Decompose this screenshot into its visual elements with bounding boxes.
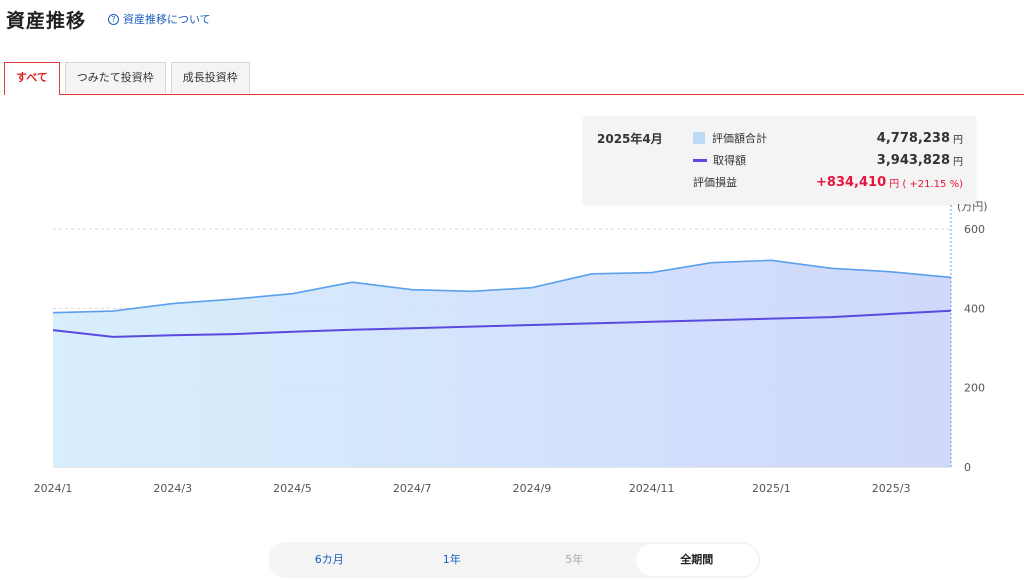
- tab-bar: すべて つみたて投資枠 成長投資枠: [4, 62, 255, 95]
- y-tick-label: 0: [964, 461, 971, 474]
- tab-all[interactable]: すべて: [4, 62, 60, 95]
- tooltip-row-cost: 取得額 3,943,828 円: [693, 151, 963, 169]
- x-tick-label: 2024/3: [153, 482, 192, 495]
- tooltip-row-valuation: 評価額合計 4,778,238 円: [693, 129, 963, 147]
- tooltip-unit: 円: [953, 156, 963, 168]
- tooltip-value: 4,778,238: [876, 130, 950, 146]
- tab-growth[interactable]: 成長投資枠: [170, 62, 250, 93]
- y-tick-label: 200: [964, 382, 985, 395]
- x-tick-label: 2024/7: [393, 482, 432, 495]
- x-tick-label: 2024/5: [273, 482, 312, 495]
- chart-tooltip: 2025年4月 評価額合計 4,778,238 円 取得額 3,943,828 …: [583, 116, 976, 204]
- x-tick-label: 2025/3: [872, 482, 911, 495]
- tooltip-label: 取得額: [713, 154, 746, 167]
- tooltip-label: 評価額合計: [712, 132, 767, 145]
- line-swatch-icon: [693, 158, 707, 162]
- x-tick-label: 2024/11: [629, 482, 675, 495]
- y-tick-label: 600: [964, 223, 985, 236]
- x-tick-label: 2024/9: [513, 482, 552, 495]
- tooltip-value: 3,943,828: [876, 152, 950, 168]
- tooltip-unit: 円: [953, 134, 963, 146]
- help-link[interactable]: ? 資産推移について: [108, 11, 211, 27]
- tooltip-date: 2025年4月: [597, 132, 663, 146]
- area-swatch-icon: [693, 132, 705, 144]
- y-tick-label: 400: [964, 302, 985, 315]
- period-6m-button[interactable]: 6カ月: [268, 544, 391, 576]
- tab-underline: [4, 94, 1024, 95]
- period-all-button[interactable]: 全期間: [635, 544, 758, 576]
- tooltip-row-gain: 評価損益 +834,410 円 ( +21.15 %): [693, 173, 963, 191]
- period-selector: 6カ月 1年 5年 全期間: [268, 542, 760, 578]
- x-tick-label: 2025/1: [752, 482, 791, 495]
- tooltip-gain-unit: 円 ( +21.15 %): [889, 178, 963, 190]
- question-icon: ?: [108, 13, 119, 25]
- page-title: 資産推移: [6, 10, 87, 32]
- help-link-label: 資産推移について: [123, 13, 211, 26]
- tab-tsumitate[interactable]: つみたて投資枠: [64, 62, 166, 93]
- valuation-area: [53, 260, 951, 467]
- period-5y-button: 5年: [565, 553, 584, 566]
- tooltip-gain-value: +834,410: [816, 174, 887, 190]
- tooltip-label: 評価損益: [693, 176, 737, 189]
- period-1y-button[interactable]: 1年: [391, 544, 514, 576]
- x-tick-label: 2024/1: [34, 482, 73, 495]
